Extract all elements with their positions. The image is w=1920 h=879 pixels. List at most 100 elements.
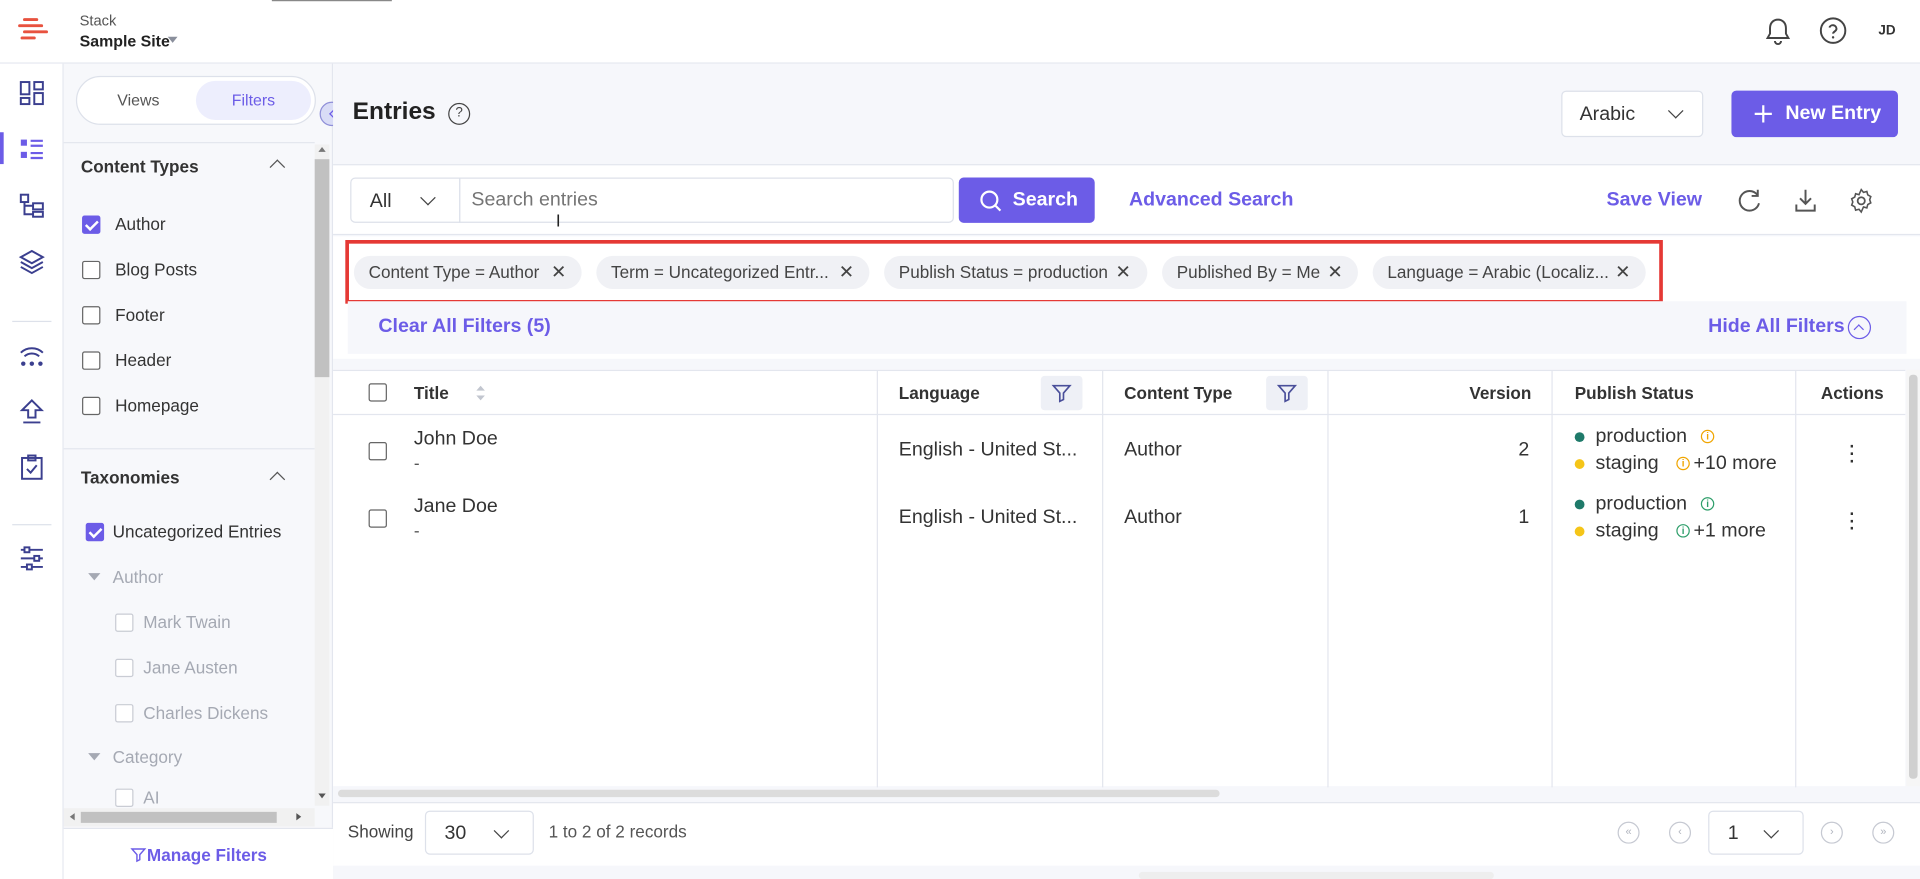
export-icon[interactable]	[1793, 187, 1819, 213]
filter-chip-language[interactable]: Language = Arabic (Localiz... ✕	[1372, 255, 1646, 289]
advanced-search-link[interactable]: Advanced Search	[1129, 190, 1293, 212]
scroll-left-arrow-icon[interactable]	[69, 813, 75, 821]
content-type-author[interactable]: Author	[82, 211, 166, 238]
help-icon[interactable]	[1818, 16, 1847, 45]
more-environments-link[interactable]: +10 more	[1693, 453, 1776, 475]
scrollbar-thumb[interactable]	[314, 159, 330, 378]
close-icon[interactable]: ✕	[1116, 256, 1131, 289]
table-row[interactable]: Jane Doe - English - United St... Author…	[333, 484, 1905, 551]
search-scope-select[interactable]: All	[350, 177, 461, 223]
chevron-up-circle-icon[interactable]	[1847, 315, 1872, 340]
row-checkbox[interactable]	[368, 442, 387, 461]
caret-down-icon[interactable]	[88, 573, 101, 581]
previous-page-icon[interactable]: ‹	[1668, 821, 1692, 844]
select-all-checkbox[interactable]	[368, 383, 387, 402]
info-icon[interactable]: i	[1700, 497, 1715, 511]
checkbox[interactable]	[115, 612, 134, 632]
table-horizontal-scrollbar[interactable]	[337, 789, 1220, 798]
taxonomies-heading[interactable]: Taxonomies	[81, 468, 180, 488]
more-environments-link[interactable]: +1 more	[1693, 520, 1765, 542]
kebab-menu-icon[interactable]: · · ·	[1848, 501, 1856, 540]
language-select[interactable]: Arabic	[1561, 90, 1704, 138]
column-content-type[interactable]: Content Type	[1124, 371, 1232, 415]
page-number-select[interactable]: 1	[1708, 810, 1804, 855]
checkbox[interactable]	[82, 260, 101, 279]
scroll-down-arrow-icon[interactable]	[318, 793, 326, 799]
caret-down-icon[interactable]	[88, 753, 101, 761]
filter-chip-content-type[interactable]: Content Type = Author ✕	[353, 255, 582, 289]
refresh-icon[interactable]	[1736, 187, 1762, 213]
tasks-clipboard-icon[interactable]	[17, 453, 46, 482]
filter-chip-published-by[interactable]: Published By = Me ✕	[1162, 255, 1358, 289]
scrollbar-thumb[interactable]	[1908, 374, 1918, 779]
info-icon[interactable]: i	[1700, 429, 1715, 444]
assets-layers-icon[interactable]	[17, 247, 46, 276]
search-button[interactable]: Search	[958, 177, 1095, 223]
close-icon[interactable]: ✕	[1615, 256, 1630, 289]
close-icon[interactable]: ✕	[551, 256, 566, 289]
term-jane-austen[interactable]: Jane Austen	[115, 654, 238, 681]
column-version[interactable]: Version	[1469, 371, 1531, 415]
dashboard-icon[interactable]	[17, 78, 46, 107]
taxonomy-uncategorized[interactable]: Uncategorized Entries	[85, 518, 281, 545]
scroll-right-arrow-icon[interactable]	[296, 813, 302, 821]
kebab-menu-icon[interactable]: · · ·	[1848, 433, 1856, 472]
content-type-header[interactable]: Header	[82, 347, 171, 374]
content-type-homepage[interactable]: Homepage	[82, 392, 199, 419]
info-icon[interactable]: i	[1676, 456, 1690, 471]
gear-icon[interactable]	[1848, 187, 1875, 214]
taxonomy-group-category[interactable]: Category	[88, 743, 182, 770]
content-type-filter-button[interactable]	[1266, 375, 1308, 411]
chevron-up-icon[interactable]	[269, 159, 286, 175]
scroll-up-arrow-icon[interactable]	[318, 146, 326, 152]
site-switcher[interactable]: Sample Site	[80, 32, 170, 50]
info-icon[interactable]: i	[1676, 524, 1690, 538]
checkbox-checked[interactable]	[82, 214, 101, 234]
tab-filters[interactable]: Filters	[195, 80, 312, 121]
language-filter-button[interactable]	[1040, 375, 1083, 411]
filter-chip-term[interactable]: Term = Uncategorized Entr... ✕	[596, 255, 870, 289]
term-charles-dickens[interactable]: Charles Dickens	[115, 699, 268, 726]
term-ai[interactable]: AI	[115, 787, 159, 807]
checkbox[interactable]	[115, 703, 134, 722]
checkbox-checked[interactable]	[85, 522, 105, 541]
logo-icon[interactable]	[17, 16, 49, 43]
checkbox[interactable]	[115, 658, 134, 677]
settings-sliders-icon[interactable]	[17, 544, 46, 573]
entries-icon[interactable]	[17, 135, 46, 164]
entry-title[interactable]: Jane Doe	[414, 496, 498, 518]
table-row[interactable]: John Doe - English - United St... Author…	[333, 416, 1905, 483]
clear-all-filters-link[interactable]: Clear All Filters (5)	[378, 316, 550, 338]
row-checkbox[interactable]	[368, 509, 387, 528]
entries-help-icon[interactable]: ?	[448, 102, 471, 125]
chevron-up-icon[interactable]	[269, 471, 286, 488]
content-type-blog-posts[interactable]: Blog Posts	[82, 256, 197, 283]
hide-all-filters-link[interactable]: Hide All Filters	[1708, 316, 1844, 338]
taxonomy-group-author[interactable]: Author	[88, 563, 163, 590]
publish-queue-icon[interactable]	[17, 397, 46, 426]
manage-filters-button[interactable]: Manage Filters	[63, 827, 334, 879]
term-mark-twain[interactable]: Mark Twain	[115, 609, 231, 636]
webhooks-icon[interactable]	[17, 340, 46, 369]
content-types-heading[interactable]: Content Types	[81, 157, 199, 177]
user-avatar[interactable]: JD	[1870, 16, 1904, 45]
sidebar-horizontal-scrollbar[interactable]	[63, 808, 315, 827]
entry-title[interactable]: John Doe	[414, 429, 498, 451]
tab-views[interactable]: Views	[81, 81, 196, 120]
table-vertical-scrollbar[interactable]	[1906, 369, 1920, 787]
checkbox[interactable]	[82, 350, 101, 370]
content-type-footer[interactable]: Footer	[82, 301, 165, 328]
site-caret-icon[interactable]	[167, 36, 178, 43]
checkbox[interactable]	[82, 305, 101, 324]
first-page-icon[interactable]: «	[1617, 821, 1640, 844]
close-icon[interactable]: ✕	[839, 256, 854, 289]
column-publish-status[interactable]: Publish Status	[1575, 371, 1694, 415]
per-page-select[interactable]: 30	[424, 810, 534, 855]
next-page-icon[interactable]: ›	[1820, 821, 1843, 844]
bell-icon[interactable]	[1763, 16, 1792, 45]
search-input[interactable]	[459, 177, 954, 223]
content-models-icon[interactable]	[17, 191, 46, 220]
sort-icon[interactable]	[475, 384, 486, 401]
new-entry-button[interactable]: New Entry	[1731, 90, 1898, 138]
save-view-link[interactable]: Save View	[1607, 190, 1702, 212]
